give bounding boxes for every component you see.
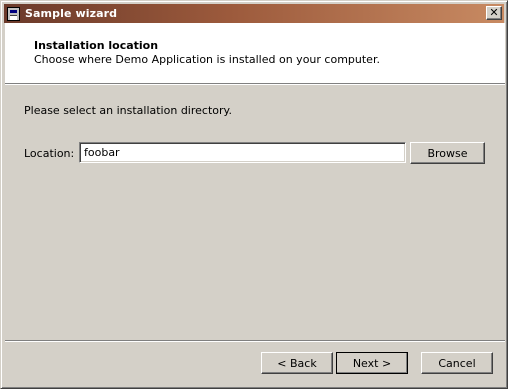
back-button[interactable]: < Back xyxy=(261,352,333,374)
close-icon: ✕ xyxy=(489,6,499,19)
page-title: Installation location xyxy=(34,39,159,52)
next-button[interactable]: Next > xyxy=(336,352,408,374)
location-label: Location: xyxy=(24,147,75,160)
footer-divider xyxy=(5,340,505,342)
location-input[interactable] xyxy=(79,142,406,163)
page-subtitle: Choose where Demo Application is install… xyxy=(34,53,380,66)
window-title: Sample wizard xyxy=(25,7,118,20)
browse-button[interactable]: Browse xyxy=(410,142,485,164)
title-bar[interactable]: Sample wizard ✕ xyxy=(4,4,504,23)
cancel-button[interactable]: Cancel xyxy=(421,352,493,374)
header-panel: Installation location Choose where Demo … xyxy=(5,23,505,83)
wizard-window: Sample wizard ✕ Installation location Ch… xyxy=(0,0,508,389)
close-button[interactable]: ✕ xyxy=(486,6,502,20)
instruction-text: Please select an installation directory. xyxy=(24,104,232,117)
app-icon xyxy=(7,6,20,21)
header-divider xyxy=(5,83,505,85)
